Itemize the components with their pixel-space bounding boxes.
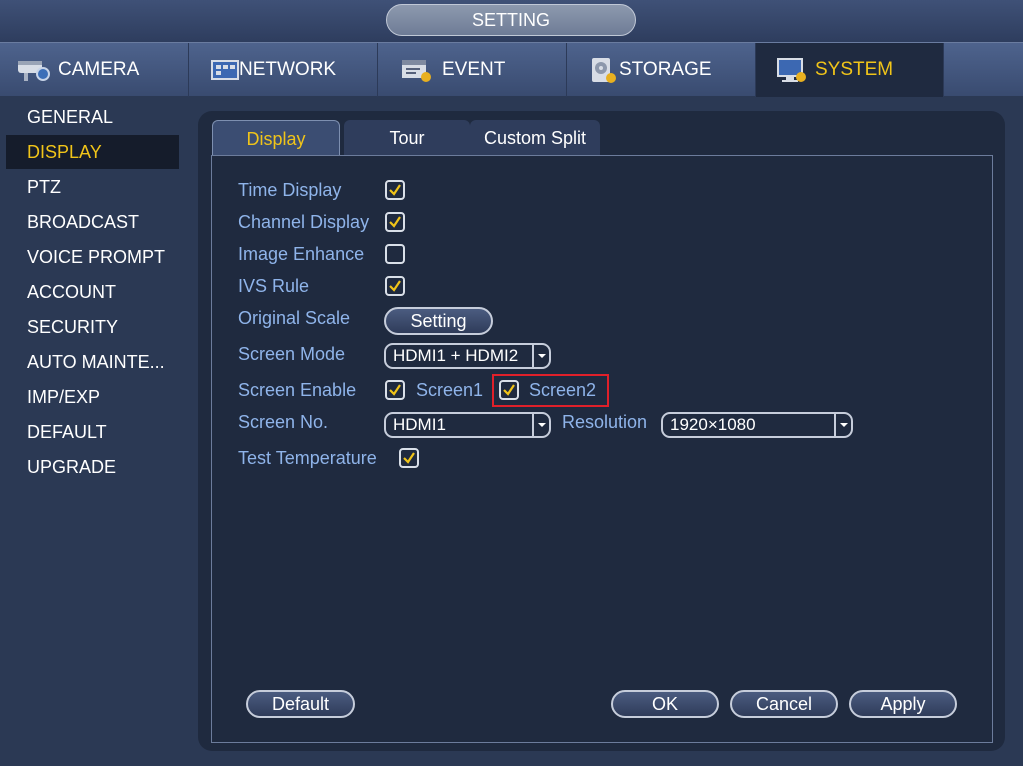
resolution-select[interactable]: 1920×1080 [661,412,853,438]
chevron-down-icon [532,414,549,436]
screen-enable-label: Screen Enable [238,380,357,400]
tab-system-label: SYSTEM [815,59,894,80]
storage-icon [589,55,617,85]
check-icon [403,452,415,464]
sidebar-item-security[interactable]: SECURITY [6,310,179,344]
window-title: SETTING [386,4,636,36]
check-icon [389,184,401,196]
time-display-label: Time Display [238,180,342,200]
original-scale-setting-button[interactable]: Setting [384,307,493,335]
cancel-button[interactable]: Cancel [730,690,838,718]
test-temperature-checkbox[interactable] [399,448,419,468]
tab-network-label: NETWORK [239,59,337,80]
tab-custom-split[interactable]: Custom Split [470,120,600,156]
sidebar-item-imp-exp[interactable]: IMP/EXP [6,380,179,414]
image-enhance-checkbox[interactable] [385,244,405,264]
system-icon [776,55,810,85]
sidebar-item-auto-maintenance[interactable]: AUTO MAINTE... [6,345,179,379]
tab-system[interactable]: SYSTEM [756,43,944,97]
screen2-highlight [492,374,609,407]
time-display-checkbox[interactable] [385,180,405,200]
screen-mode-value: HDMI1 + HDMI2 [393,346,519,365]
tab-display[interactable]: Display [212,120,340,156]
sidebar-item-broadcast[interactable]: BROADCAST [6,205,179,239]
screen1-label: Screen1 [416,380,484,400]
check-icon [389,384,401,396]
ok-button[interactable]: OK [611,690,719,718]
resolution-label: Resolution [562,412,648,432]
tab-storage-label: STORAGE [619,59,712,80]
tab-tour[interactable]: Tour [344,120,470,156]
check-icon [389,216,401,228]
channel-display-checkbox[interactable] [385,212,405,232]
original-scale-label: Original Scale [238,308,351,328]
title-bar: SETTING [0,0,1023,42]
test-temperature-label: Test Temperature [238,448,377,468]
sidebar-item-general[interactable]: GENERAL [6,100,179,134]
tab-storage[interactable]: STORAGE [567,43,756,97]
check-icon [389,280,401,292]
screen-no-value: HDMI1 [393,415,446,434]
ivs-rule-checkbox[interactable] [385,276,405,296]
screen-no-select[interactable]: HDMI1 [384,412,551,438]
chevron-down-icon [532,345,549,367]
sidebar-item-account[interactable]: ACCOUNT [6,275,179,309]
sidebar-item-upgrade[interactable]: UPGRADE [6,450,179,484]
resolution-value: 1920×1080 [670,415,756,434]
tab-camera-label: CAMERA [58,59,140,80]
main-tab-bar: CAMERA NETWORK EVENT STORAGE SYSTEM [0,42,1023,97]
default-button[interactable]: Default [246,690,355,718]
screen-mode-label: Screen Mode [238,344,346,364]
image-enhance-label: Image Enhance [238,244,365,264]
sidebar-item-voice-prompt[interactable]: VOICE PROMPT [6,240,179,274]
network-icon [211,55,239,85]
sidebar-item-display[interactable]: DISPLAY [6,135,179,169]
camera-icon [16,55,52,85]
sidebar: GENERAL DISPLAY PTZ BROADCAST VOICE PROM… [0,96,190,766]
tab-event-label: EVENT [442,59,506,80]
chevron-down-icon [834,414,851,436]
screen-mode-select[interactable]: HDMI1 + HDMI2 [384,343,551,369]
sidebar-item-ptz[interactable]: PTZ [6,170,179,204]
event-icon [400,55,436,85]
screen1-checkbox[interactable] [385,380,405,400]
ivs-rule-label: IVS Rule [238,276,310,296]
tab-network[interactable]: NETWORK [189,43,378,97]
screen-no-label: Screen No. [238,412,329,432]
apply-button[interactable]: Apply [849,690,957,718]
tab-camera[interactable]: CAMERA [0,43,189,97]
sidebar-item-default[interactable]: DEFAULT [6,415,179,449]
tab-event[interactable]: EVENT [378,43,567,97]
channel-display-label: Channel Display [238,212,370,232]
